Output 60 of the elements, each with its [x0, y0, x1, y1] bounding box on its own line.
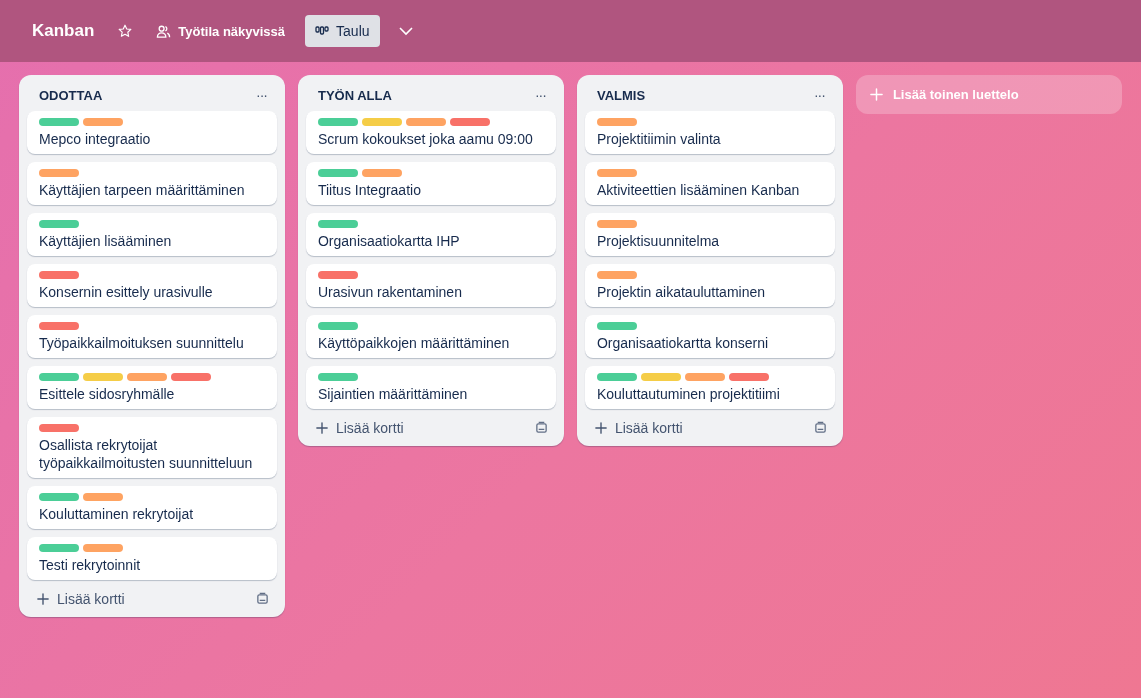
- task-card[interactable]: Aktiviteettien lisääminen Kanban: [584, 162, 835, 205]
- card-title: Käyttöpaikkojen määrittäminen: [317, 334, 511, 352]
- list-title: ODOTTAA: [39, 87, 103, 103]
- card-title: Kouluttautuminen projektitiimi: [596, 385, 781, 403]
- task-card[interactable]: Projektin aikatauluttaminen: [584, 264, 835, 307]
- add-card-button[interactable]: Lisää kortti: [37, 590, 125, 607]
- task-card[interactable]: Työpaikkailmoituksen suunnittelu: [27, 315, 277, 358]
- card-title: Esittele sidosryhmälle: [39, 385, 176, 403]
- add-card-button[interactable]: Lisää kortti: [594, 419, 683, 436]
- card-title: Käyttäjien lisääminen: [39, 232, 173, 250]
- task-card[interactable]: Käyttäjien tarpeen määrittäminen: [27, 162, 277, 205]
- task-card[interactable]: Osallista rekrytoijat työpaikkailmoitusten suunnitteluun: [27, 417, 277, 478]
- task-card[interactable]: Tiitus Integraatio: [305, 162, 556, 205]
- task-card[interactable]: Esittele sidosryhmälle: [27, 366, 277, 409]
- card-title: Testi rekrytoinnit: [39, 556, 142, 574]
- task-card[interactable]: Mepco integraatio: [27, 111, 277, 154]
- list-menu-button[interactable]: ···: [530, 87, 550, 103]
- task-card[interactable]: Projektitiimin valinta: [584, 111, 835, 154]
- task-card[interactable]: Urasivun rakentaminen: [305, 264, 556, 307]
- task-card[interactable]: Sijaintien määrittäminen: [305, 366, 556, 409]
- task-card[interactable]: Testi rekrytoinnit: [27, 537, 277, 580]
- plus-icon: [869, 88, 883, 101]
- plus-icon: [594, 421, 607, 434]
- list-title: TYÖN ALLA: [317, 87, 392, 103]
- board-title: Kanban: [32, 21, 95, 41]
- list-menu-button[interactable]: ···: [251, 87, 271, 103]
- task-card[interactable]: Konsernin esittely urasivulle: [27, 264, 277, 307]
- task-card[interactable]: Scrum kokoukset joka aamu 09:00: [305, 111, 556, 154]
- list-title: VALMIS: [596, 87, 646, 103]
- card-title: Projektisuunnitelma: [596, 232, 721, 250]
- card-title: Mepco integraatio: [39, 130, 152, 148]
- task-card[interactable]: Käyttöpaikkojen määrittäminen: [305, 315, 556, 358]
- people-icon: [156, 23, 172, 39]
- card-title: Scrum kokoukset joka aamu 09:00: [317, 130, 534, 148]
- task-card[interactable]: Organisaatiokartta konserni: [584, 315, 835, 358]
- card-title: Osallista rekrytoijat työpaikkailmoitusten suunnitteluun: [39, 436, 254, 472]
- card-title: Urasivun rakentaminen: [317, 283, 463, 301]
- card-title: Tiitus Integraatio: [317, 181, 422, 199]
- task-card[interactable]: Kouluttautuminen projektitiimi: [584, 366, 835, 409]
- task-card[interactable]: Projektisuunnitelma: [584, 213, 835, 256]
- visibility-button[interactable]: Työtila näkyvissä: [150, 19, 292, 43]
- card-title: Organisaatiokartta konserni: [596, 334, 770, 352]
- task-card[interactable]: Organisaatiokartta IHP: [305, 213, 556, 256]
- card-title: Projektin aikatauluttaminen: [596, 283, 767, 301]
- task-card[interactable]: Käyttäjien lisääminen: [27, 213, 277, 256]
- card-title: Projektitiimin valinta: [596, 130, 722, 148]
- card-title: Sijaintien määrittäminen: [317, 385, 469, 403]
- list-menu-button[interactable]: ···: [809, 87, 829, 103]
- card-title: Konsernin esittely urasivulle: [39, 283, 214, 301]
- view-button[interactable]: Taulu: [305, 15, 380, 47]
- card-title: Työpaikkailmoituksen suunnittelu: [39, 334, 245, 352]
- task-card[interactable]: Kouluttaminen rekrytoijat: [27, 486, 277, 529]
- plus-icon: [315, 421, 328, 434]
- card-title: Käyttäjien tarpeen määrittäminen: [39, 181, 246, 199]
- board-icon: [315, 26, 330, 36]
- plus-icon: [37, 592, 49, 605]
- card-title: Aktiviteettien lisääminen Kanban: [596, 181, 801, 199]
- add-card-button[interactable]: Lisää kortti: [315, 419, 404, 436]
- card-title: Organisaatiokartta IHP: [317, 232, 461, 250]
- card-title: Kouluttaminen rekrytoijat: [39, 505, 195, 523]
